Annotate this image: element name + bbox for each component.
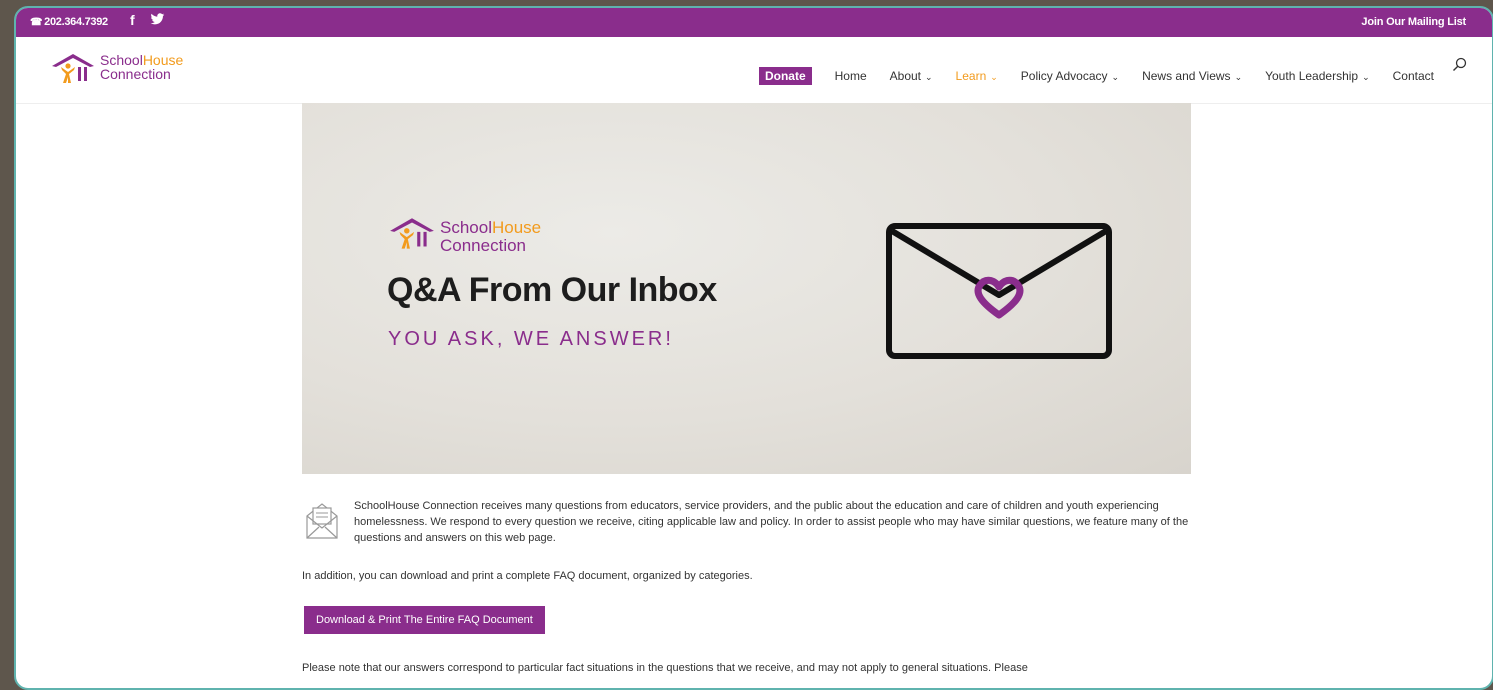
nav-policy-advocacy-label: Policy Advocacy bbox=[1020, 69, 1108, 83]
hero-logo-house: House bbox=[491, 218, 542, 237]
hero-title: Q&A From Our Inbox bbox=[387, 271, 717, 309]
facebook-icon[interactable]: f bbox=[130, 12, 135, 28]
hero-logo-text-top: SchoolHouse bbox=[440, 219, 541, 236]
nav-contact[interactable]: Contact bbox=[1393, 69, 1434, 83]
phone-number: 202.364.7392 bbox=[44, 16, 108, 28]
nav-about[interactable]: About ⌄ bbox=[890, 69, 933, 83]
phone-icon: ☎ bbox=[30, 17, 43, 28]
main-nav: Donate Home About ⌄ Learn ⌄ Policy Advocac… bbox=[736, 67, 1434, 85]
chevron-down-icon: ⌄ bbox=[1111, 72, 1120, 82]
top-bar: ☎ 202.364.7392 f Join Our Mailing List bbox=[16, 8, 1492, 37]
hero-subtitle: YOU ASK, WE ANSWER! bbox=[388, 328, 674, 350]
nav-learn-label: Learn bbox=[955, 69, 987, 83]
site-logo[interactable]: SchoolHouse Connection bbox=[50, 50, 210, 90]
mailing-list-link[interactable]: Join Our Mailing List bbox=[1361, 16, 1466, 28]
envelope-heart-icon bbox=[886, 223, 1112, 359]
browser-frame: ☎ 202.364.7392 f Join Our Mailing List Sc… bbox=[14, 6, 1493, 690]
chevron-down-icon: ⌄ bbox=[1362, 72, 1370, 82]
nav-youth-leadership-label: Youth Leadership bbox=[1265, 69, 1359, 83]
nav-youth-leadership[interactable]: Youth Leadership ⌄ bbox=[1265, 69, 1370, 83]
nav-home[interactable]: Home bbox=[835, 69, 867, 83]
nav-news-and-views-label: News and Views bbox=[1142, 69, 1231, 83]
download-faq-button[interactable]: Download & Print The Entire FAQ Document bbox=[304, 606, 545, 634]
logo-connection: Connection bbox=[100, 66, 171, 82]
nav-news-and-views[interactable]: News and Views ⌄ bbox=[1142, 69, 1242, 83]
chevron-down-icon: ⌄ bbox=[925, 72, 933, 82]
open-envelope-icon bbox=[306, 503, 338, 539]
search-icon[interactable] bbox=[1452, 57, 1468, 73]
nav-learn[interactable]: Learn ⌄ bbox=[956, 69, 998, 83]
hero-logo-school: School bbox=[440, 218, 492, 237]
nav-donate[interactable]: Donate bbox=[758, 67, 812, 85]
hero-logo-connection: Connection bbox=[440, 236, 527, 255]
chevron-down-icon: ⌄ bbox=[1234, 72, 1243, 82]
schoolhouse-logo-icon bbox=[52, 54, 94, 83]
chevron-down-icon: ⌄ bbox=[990, 72, 998, 82]
hero-banner: SchoolHouse Connection Q&A From Our Inbo… bbox=[302, 103, 1191, 474]
download-note: In addition, you can download and print … bbox=[302, 570, 753, 582]
site-header: SchoolHouse Connection Donate Home About… bbox=[16, 37, 1492, 104]
disclaimer-text: Please note that our answers correspond … bbox=[302, 662, 1028, 674]
hero-logo: SchoolHouse Connection bbox=[388, 216, 568, 256]
nav-policy-advocacy[interactable]: Policy Advocacy ⌄ bbox=[1021, 69, 1119, 83]
schoolhouse-logo-icon bbox=[390, 218, 434, 249]
intro-paragraph: SchoolHouse Connection receives many que… bbox=[354, 500, 1189, 544]
twitter-icon[interactable] bbox=[150, 13, 165, 26]
phone-link[interactable]: ☎ 202.364.7392 bbox=[30, 16, 108, 28]
nav-about-label: About bbox=[889, 69, 921, 83]
